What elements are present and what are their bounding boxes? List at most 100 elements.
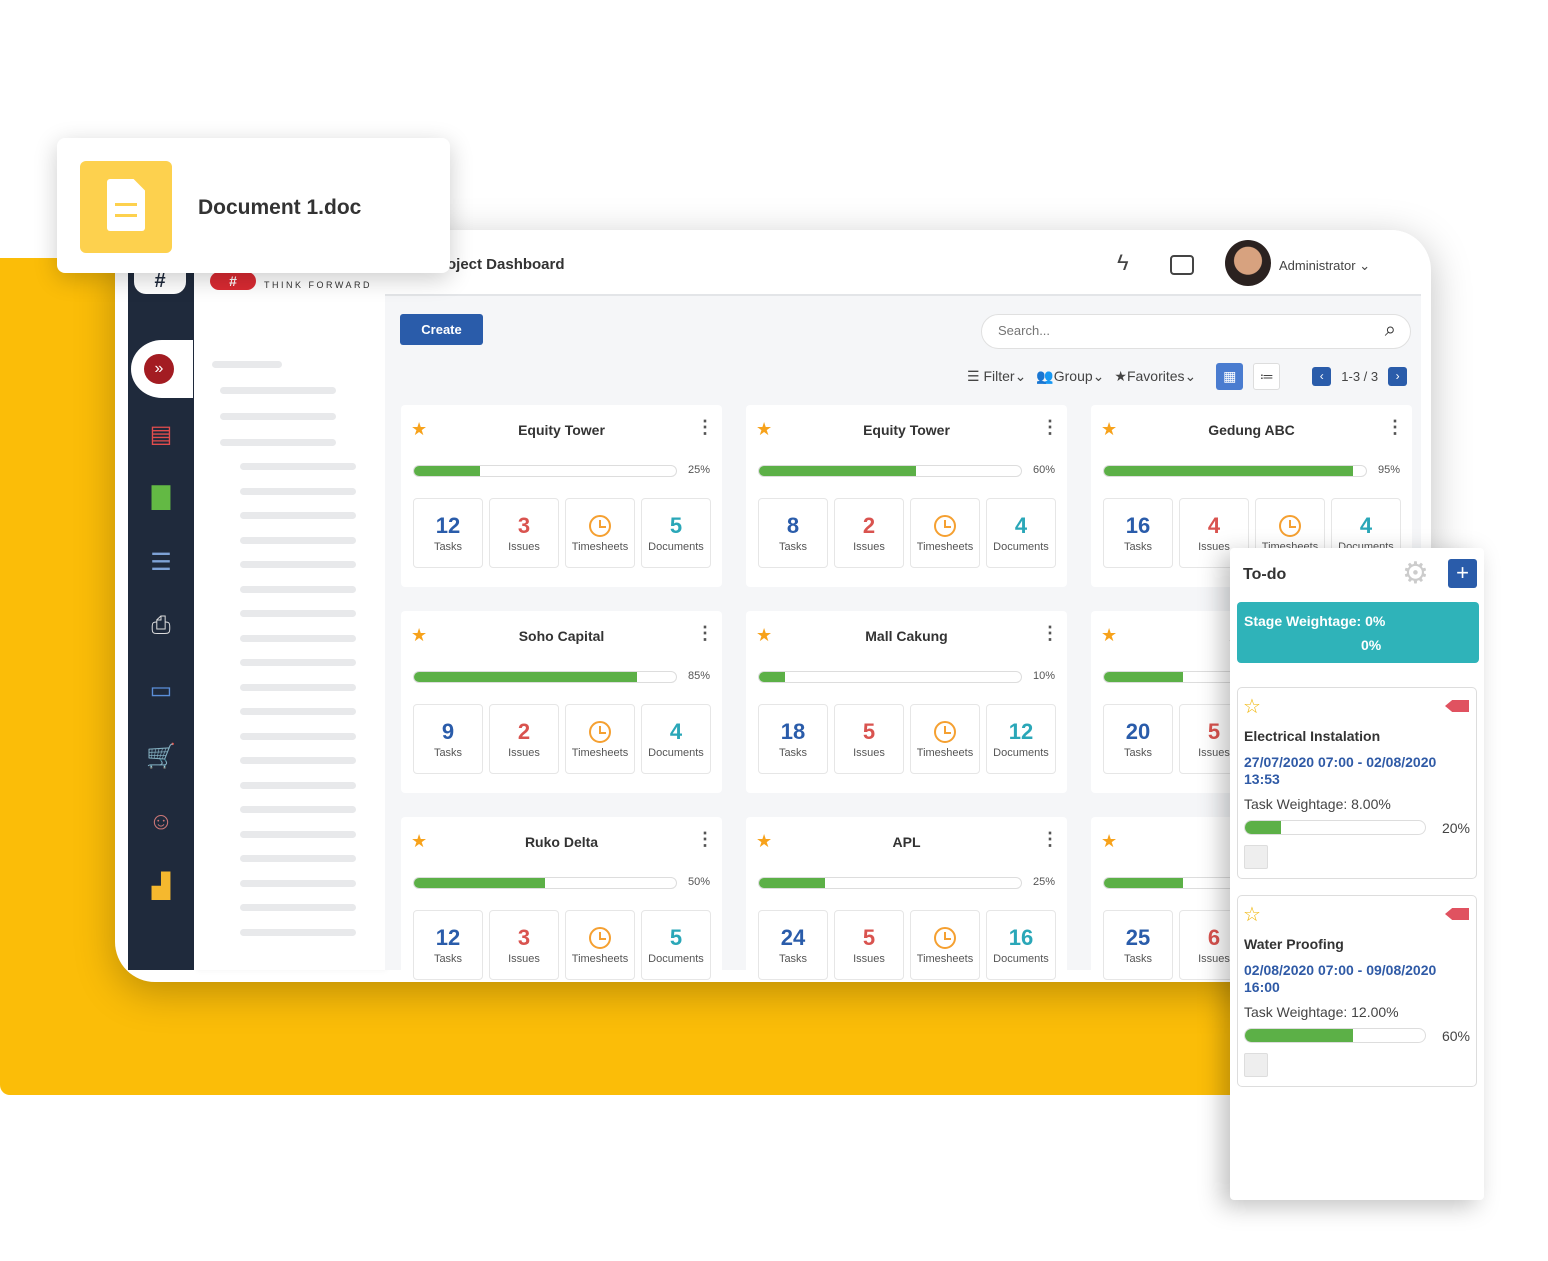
submenu-placeholder [240,634,356,642]
star-outline-icon[interactable]: ☆ [1243,694,1261,719]
documents-stat[interactable]: 16 Documents [986,910,1056,980]
issues-label: Issues [853,953,885,965]
assignee-avatar[interactable] [1244,1053,1268,1077]
documents-count: 5 [669,925,683,950]
documents-stat[interactable]: 12 Documents [986,704,1056,774]
calendar-icon[interactable]: ▤ [146,420,176,448]
star-outline-icon[interactable]: ☆ [1243,902,1261,927]
tasks-stat[interactable]: 9 Tasks [413,704,483,774]
more-options-icon[interactable]: ⋮ [1041,829,1059,850]
cart-icon[interactable]: 🛒 [146,742,176,770]
favorites-button[interactable]: ★Favorites⌄ [1114,368,1196,385]
project-card[interactable]: ★ Equity Tower ⋮ 60% 8 Tasks 2 Issues Time… [746,405,1067,587]
employee-icon[interactable]: ☰ [146,548,176,576]
todo-task-card[interactable]: ☆ Electrical Instalation 27/07/2020 07:0… [1237,687,1477,879]
documents-stat[interactable]: 5 Documents [641,910,711,980]
assignee-avatar[interactable] [1244,845,1268,869]
lightning-icon[interactable]: ϟ [1117,250,1129,276]
support-icon[interactable]: ☺ [146,808,176,836]
filter-button[interactable]: ☰ Filter⌄ [967,368,1026,385]
tasks-label: Tasks [778,541,808,553]
timesheets-stat[interactable]: Timesheets [910,498,980,568]
tasks-stat[interactable]: 12 Tasks [413,498,483,568]
issues-stat[interactable]: 3 Issues [489,910,559,980]
submenu-placeholder [240,806,356,813]
search-icon[interactable]: ⌕ [1385,319,1396,342]
more-options-icon[interactable]: ⋮ [1041,417,1059,438]
tasks-stat[interactable]: 25 Tasks [1103,910,1173,980]
issues-label: Issues [508,953,540,965]
project-title: Soho Capital [518,628,605,644]
computer-icon[interactable]: ▭ [146,676,176,704]
tasks-count: 25 [1125,925,1151,950]
document-popup[interactable]: Document 1.doc [57,138,450,273]
list-view-button[interactable]: ≔ [1253,362,1281,390]
more-options-icon[interactable]: ⋮ [696,623,714,644]
issues-stat[interactable]: 5 Issues [834,704,904,774]
submenu-placeholder [240,659,356,666]
timesheets-stat[interactable]: Timesheets [565,910,635,980]
double-chevron-icon[interactable]: » [144,354,174,384]
tasks-stat[interactable]: 24 Tasks [758,910,828,980]
progress-percent: 60% [1032,464,1055,476]
documents-label: Documents [993,541,1049,553]
issues-count: 5 [862,719,876,744]
project-card[interactable]: ★ Mall Cakung ⋮ 10% 18 Tasks 5 Issues Time… [746,611,1067,793]
search-box[interactable]: ⌕ [981,314,1411,349]
project-card[interactable]: ★ Soho Capital ⋮ 85% 9 Tasks 2 Issues Time… [401,611,722,793]
project-card[interactable]: ★ Equity Tower ⋮ 25% 12 Tasks 3 Issues Tim… [401,405,722,587]
timesheets-stat[interactable]: Timesheets [910,910,980,980]
search-input[interactable] [998,323,1358,338]
user-name: Administrator [1279,258,1356,273]
more-options-icon[interactable]: ⋮ [696,417,714,438]
add-task-button[interactable]: + [1448,559,1477,588]
issues-stat[interactable]: 2 Issues [834,498,904,568]
project-card[interactable]: ★ Ruko Delta ⋮ 50% 12 Tasks 3 Issues Times… [401,817,722,982]
project-card[interactable]: ★ APL ⋮ 25% 24 Tasks 5 Issues Timesheets 1… [746,817,1067,982]
prev-page-button[interactable]: ‹ [1312,366,1332,386]
more-options-icon[interactable]: ⋮ [1386,417,1404,438]
kanban-view-button[interactable]: ▦ [1216,362,1244,390]
printer-icon[interactable]: ⎙ [146,612,176,640]
avatar[interactable] [1225,240,1271,286]
inventory-icon[interactable]: ▟ [146,872,176,900]
documents-stat[interactable]: 5 Documents [641,498,711,568]
bar-chart-icon[interactable]: ▇ [146,482,176,510]
gear-icon[interactable]: ⚙ [1402,556,1429,591]
timesheets-stat[interactable]: Timesheets [565,704,635,774]
group-button[interactable]: 👥Group⌄ [1036,368,1104,385]
chat-icon[interactable] [1170,255,1194,275]
task-weightage: Task Weightage: 12.00% [1244,1004,1399,1020]
documents-stat[interactable]: 4 Documents [986,498,1056,568]
progress-fill [414,878,545,888]
next-page-button[interactable]: › [1388,366,1408,386]
tasks-stat[interactable]: 18 Tasks [758,704,828,774]
group-icon: 👥 [1036,367,1054,384]
create-button[interactable]: Create [400,314,483,345]
todo-task-card[interactable]: ☆ Water Proofing 02/08/2020 07:00 - 09/0… [1237,895,1477,1087]
more-options-icon[interactable]: ⋮ [696,829,714,850]
pager-text: 1-3 / 3 [1341,368,1379,384]
timesheets-stat[interactable]: Timesheets [910,704,980,774]
tasks-stat[interactable]: 12 Tasks [413,910,483,980]
tasks-stat[interactable]: 16 Tasks [1103,498,1173,568]
user-menu[interactable]: Administrator ⌄ [1279,258,1370,274]
issues-label: Issues [508,541,540,553]
tasks-label: Tasks [1123,953,1153,965]
progress-bar [1103,465,1367,477]
documents-stat[interactable]: 4 Documents [641,704,711,774]
issues-stat[interactable]: 3 Issues [489,498,559,568]
submenu-placeholder [240,830,356,838]
more-options-icon[interactable]: ⋮ [1041,623,1059,644]
tasks-stat[interactable]: 8 Tasks [758,498,828,568]
progress-fill [1104,878,1183,888]
task-name: Water Proofing [1244,936,1344,952]
logo-tagline: THINK FORWARD [264,280,372,290]
timesheets-stat[interactable]: Timesheets [565,498,635,568]
task-progress-fill [1245,821,1281,834]
issues-count: 4 [1207,513,1221,538]
issues-stat[interactable]: 5 Issues [834,910,904,980]
issues-stat[interactable]: 2 Issues [489,704,559,774]
tasks-stat[interactable]: 20 Tasks [1103,704,1173,774]
tasks-label: Tasks [778,747,808,759]
